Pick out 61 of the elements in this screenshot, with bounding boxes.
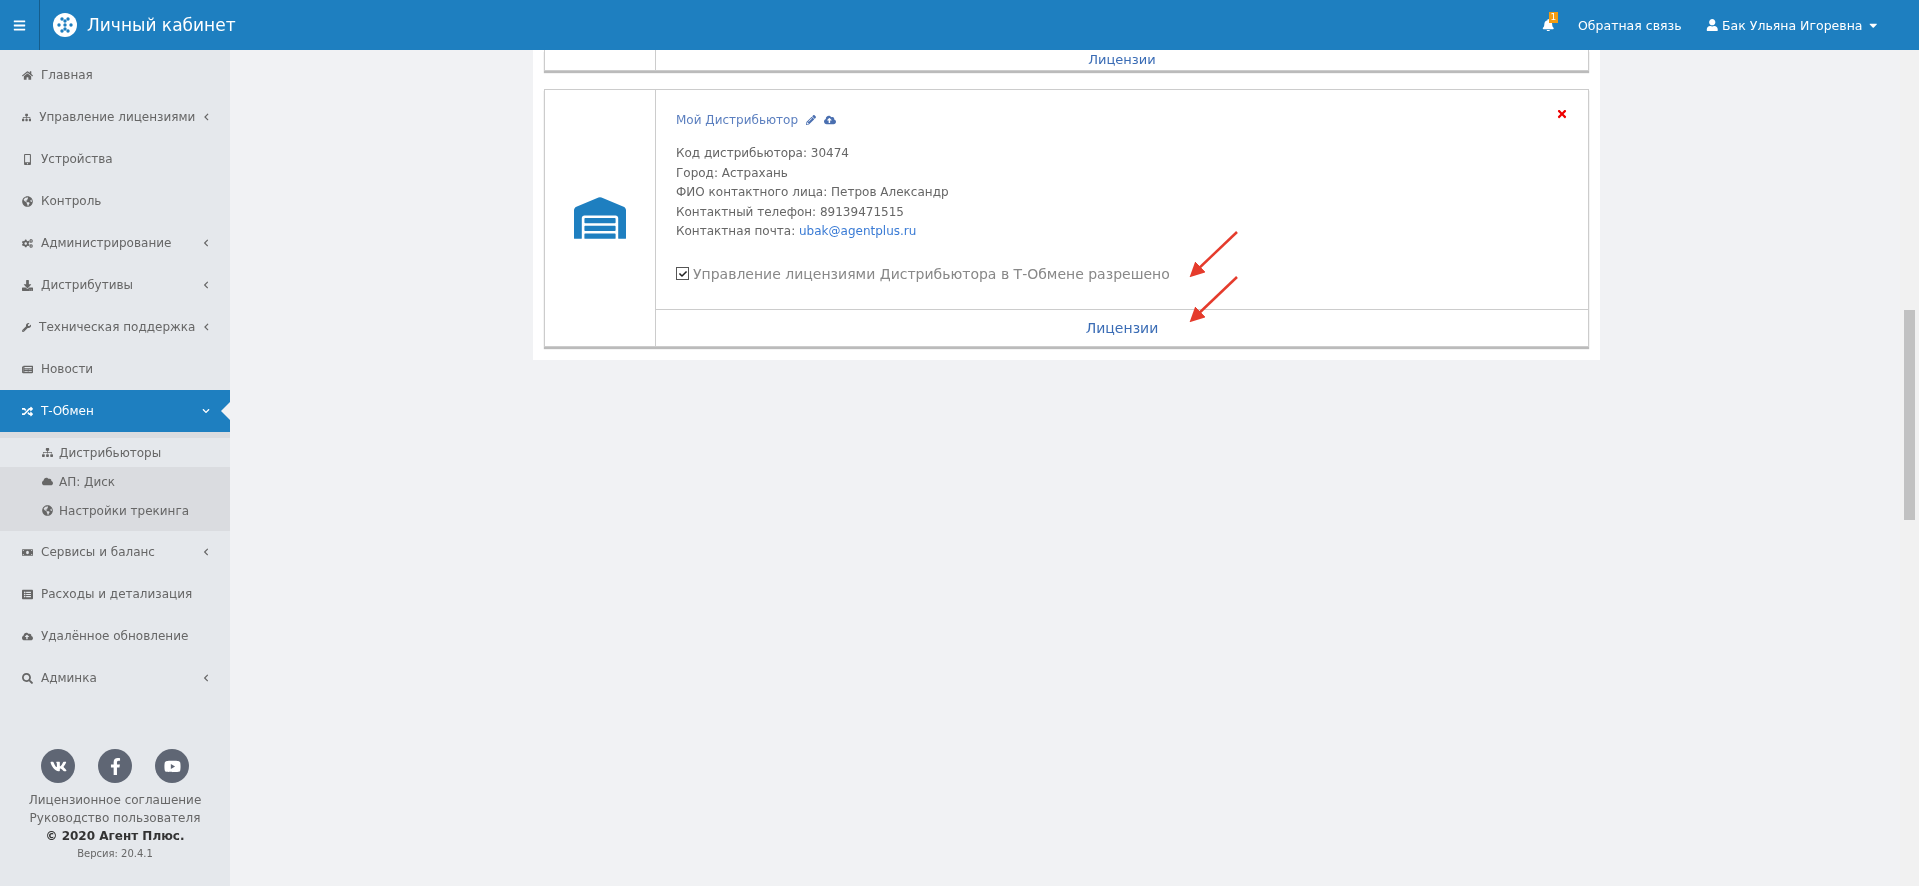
sidebar-item[interactable]: Контроль (0, 180, 230, 222)
cloud-upload-icon (22, 630, 33, 642)
banknote-icon (22, 546, 33, 558)
phone-icon (22, 153, 33, 165)
copyright: © 2020 Агент Плюс. (44, 828, 186, 845)
checkbox[interactable] (676, 267, 689, 280)
distributor-field: Город: Астрахань (676, 163, 1568, 183)
distributor-field: Контактная почта: ubak@agentplus.ru (676, 222, 1568, 242)
cloud-icon[interactable] (824, 114, 836, 126)
menu-icon (13, 18, 26, 32)
submenu-item[interactable]: Настройки трекинга (0, 496, 230, 525)
sidebar-item[interactable]: Т-Обмен (0, 390, 230, 432)
licenses-link[interactable]: Лицензии (1085, 320, 1159, 336)
close-icon[interactable] (1556, 108, 1568, 120)
distributor-field: Код дистрибьютора: 30474 (676, 144, 1568, 164)
sidebar-item[interactable]: Администрирование (0, 222, 230, 264)
user-icon (1705, 18, 1719, 32)
submenu-item[interactable]: Дистрибьюторы (0, 438, 230, 467)
email-link[interactable]: ubak@agentplus.ru (799, 224, 917, 238)
check-icon (678, 269, 687, 278)
distributor-field: Контактный телефон: 89139471515 (676, 202, 1568, 222)
cloud-icon (42, 476, 53, 487)
globe-icon (22, 195, 33, 207)
dots-logo-icon (53, 13, 77, 37)
sidebar-item[interactable]: Расходы и детализация (0, 573, 230, 615)
wrench-icon (22, 321, 32, 333)
feedback-link[interactable]: Обратная связь (1578, 17, 1682, 33)
sidebar-item[interactable]: Техническая поддержка (0, 306, 230, 348)
version: Версия: 20.4.1 (76, 847, 154, 861)
footer-link[interactable]: Руководство пользователя (0, 809, 230, 827)
sidebar-item[interactable]: Новости (0, 348, 230, 390)
youtube-icon[interactable] (155, 749, 189, 783)
globe-icon (42, 505, 53, 516)
notification-count: 1 (1548, 11, 1559, 23)
shuffle-icon (22, 405, 33, 417)
sidebar-item[interactable]: Управление лицензиями (0, 96, 230, 138)
distributor-name[interactable]: Мой Дистрибьютор (676, 113, 798, 127)
edit-icon[interactable] (806, 115, 816, 125)
newspaper-icon (22, 363, 33, 375)
app-title: Личный кабинет (87, 15, 236, 35)
facebook-icon[interactable] (98, 749, 132, 783)
sidebar-item[interactable]: Админка (0, 657, 230, 699)
licenses-link[interactable]: Лицензии (1088, 53, 1156, 67)
gears-icon (22, 237, 33, 249)
home-icon (22, 69, 33, 81)
submenu-item[interactable]: АП: Диск (0, 467, 230, 496)
sidebar-item[interactable]: Дистрибутивы (0, 264, 230, 306)
sidebar-item[interactable]: Удалённое обновление (0, 615, 230, 657)
sitemap-icon (22, 111, 32, 123)
user-menu[interactable]: Бак Ульяна Игоревна (1705, 17, 1879, 33)
distributor-field: ФИО контактного лица: Петров Александр (676, 183, 1568, 203)
search-icon (22, 672, 33, 684)
sidebar-item[interactable]: Устройства (0, 138, 230, 180)
permission-label: Управление лицензиями Дистрибьютора в Т-Обмене разрешено (693, 265, 1170, 282)
sidebar-item[interactable]: Главная (0, 54, 230, 96)
sidebar-item[interactable]: Сервисы и баланс (0, 531, 230, 573)
footer-link[interactable]: Лицензионное соглашение (0, 791, 230, 809)
list-icon (22, 588, 33, 600)
vk-icon[interactable] (41, 749, 75, 783)
sitemap-icon (42, 447, 53, 458)
download-icon (22, 279, 33, 291)
